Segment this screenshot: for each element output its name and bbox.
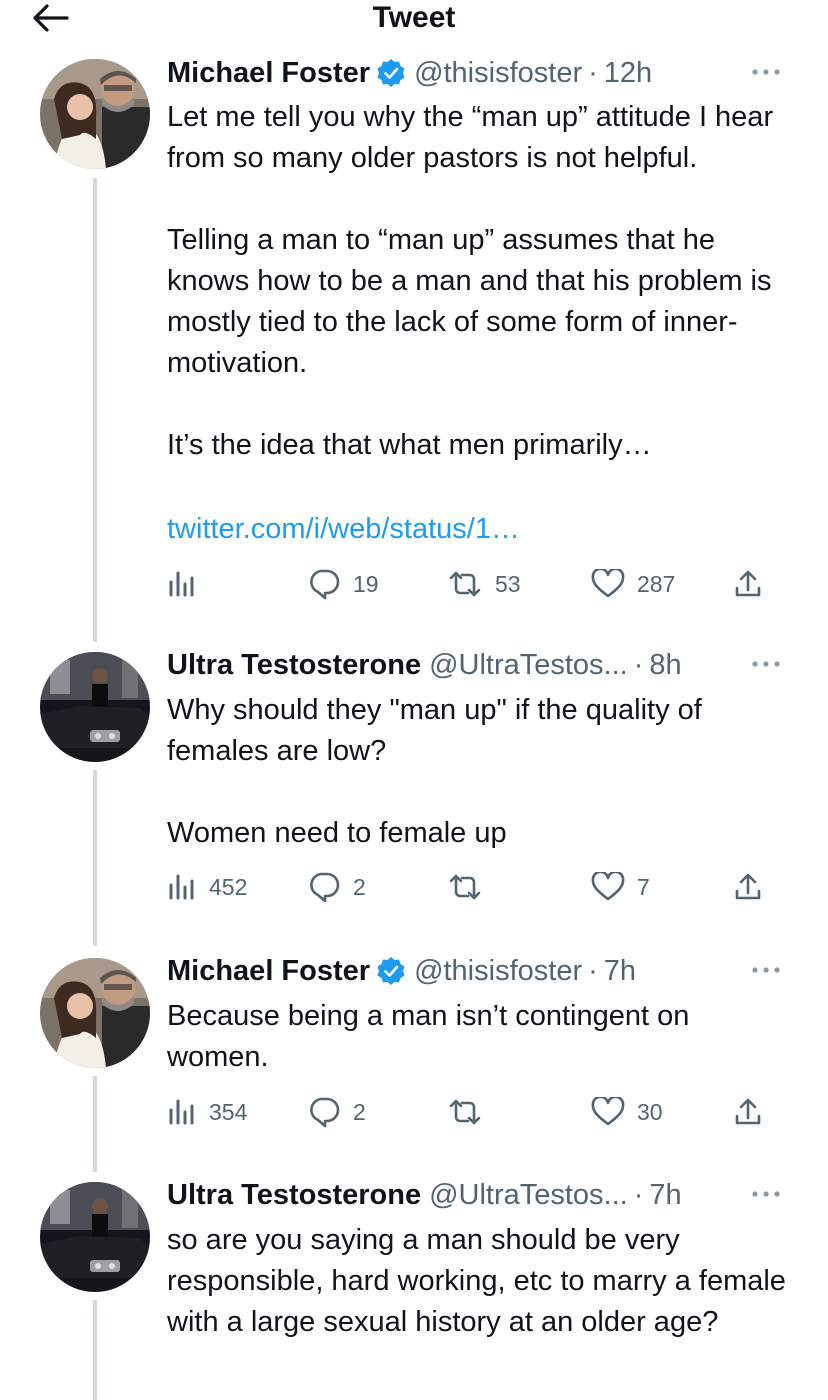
like-button[interactable]: 30 [591,1092,663,1132]
share-button[interactable] [732,564,764,604]
tweet-text: Why should they "man up" if the quality … [167,694,702,849]
like-count: 287 [637,570,676,597]
reply-icon [310,872,340,903]
reply-button[interactable]: 2 [307,867,366,907]
more-options-button[interactable] [746,955,786,985]
reply-button[interactable]: 2 [307,1092,366,1132]
tweet-text: so are you saying a man should be very r… [167,1224,786,1338]
retweet-button[interactable] [447,867,483,907]
analytics-icon [169,1099,194,1125]
more-options-button[interactable] [746,1179,786,1209]
more-icon [752,661,780,667]
heart-icon [591,872,625,901]
timestamp[interactable]: 7h [604,953,636,989]
view-count: 452 [209,873,248,900]
separator-dot: · [588,57,598,89]
author-handle[interactable]: @thisisfoster [414,953,582,989]
share-icon [735,1098,761,1125]
separator-dot: · [588,955,598,987]
reply-count: 2 [353,873,366,900]
reply-button[interactable]: 19 [307,564,379,604]
separator-dot: · [633,649,644,681]
verified-badge-icon [376,58,406,88]
avatar-michael-foster[interactable] [40,59,150,169]
views-button[interactable] [167,564,197,604]
share-button[interactable] [732,867,764,907]
analytics-icon [169,874,194,900]
share-icon [735,570,761,597]
avatar-michael-foster[interactable] [40,958,150,1068]
analytics-icon [169,571,194,597]
thread-line [93,178,97,642]
more-icon [752,69,780,75]
tweet-actions: 452 2 7 [167,867,772,907]
retweet-icon [449,571,481,597]
thread-line [93,1076,97,1172]
author-name[interactable]: Michael Foster [167,953,370,989]
like-count: 30 [637,1098,663,1125]
more-icon [752,1191,780,1197]
tweet-header: Michael Foster @thisisfoster · 7h [167,953,788,989]
heart-icon [591,569,625,598]
author-name[interactable]: Ultra Testosterone [167,1177,421,1213]
author-handle[interactable]: @thisisfoster [414,55,582,91]
reply-icon [310,1097,340,1128]
like-button[interactable]: 287 [591,564,675,604]
verified-badge-icon [376,956,406,986]
retweet-icon [449,874,481,900]
retweet-icon [449,1099,481,1125]
tweet-header: Ultra Testosterone @UltraTestos... · 8h [167,647,788,683]
avatar-ultra-testosterone[interactable] [40,1182,150,1292]
author-name[interactable]: Ultra Testosterone [167,647,421,683]
reply-count: 2 [353,1098,366,1125]
tweet-header: Michael Foster @thisisfoster · 12h [167,55,788,91]
view-count: 354 [209,1098,248,1125]
like-button[interactable]: 7 [591,867,650,907]
reply-icon [310,569,340,600]
page-title: Tweet [372,1,456,34]
tweet-actions: 19 53 287 [167,564,772,604]
more-icon [752,967,780,973]
tweet-actions: 354 2 30 [167,1092,772,1132]
reply-count: 19 [353,570,379,597]
like-count: 7 [637,873,650,900]
author-name[interactable]: Michael Foster [167,55,370,91]
tweet-link[interactable]: twitter.com/i/web/status/1… [167,509,797,550]
retweet-button[interactable] [447,1092,483,1132]
timestamp[interactable]: 12h [604,55,652,91]
tweet-text: Let me tell you why the “man up” attitud… [167,101,774,461]
tweet-text: Because being a man isn’t contingent on … [167,1000,690,1073]
author-handle[interactable]: @UltraTestos... [429,647,628,683]
retweet-button[interactable]: 53 [447,564,521,604]
views-button[interactable]: 452 [167,867,247,907]
share-button[interactable] [732,1092,764,1132]
timestamp[interactable]: 7h [649,1177,681,1213]
heart-icon [591,1097,625,1126]
author-handle[interactable]: @UltraTestos... [429,1177,628,1213]
top-bar: Tweet [0,0,828,40]
thread-line [93,1300,97,1400]
tweet-header: Ultra Testosterone @UltraTestos... · 7h [167,1177,788,1213]
avatar-ultra-testosterone[interactable] [40,652,150,762]
views-button[interactable]: 354 [167,1092,247,1132]
more-options-button[interactable] [746,57,786,87]
separator-dot: · [633,1179,644,1211]
more-options-button[interactable] [746,649,786,679]
share-icon [735,873,761,900]
retweet-count: 53 [495,570,521,597]
thread-line [93,770,97,946]
timestamp[interactable]: 8h [649,647,681,683]
